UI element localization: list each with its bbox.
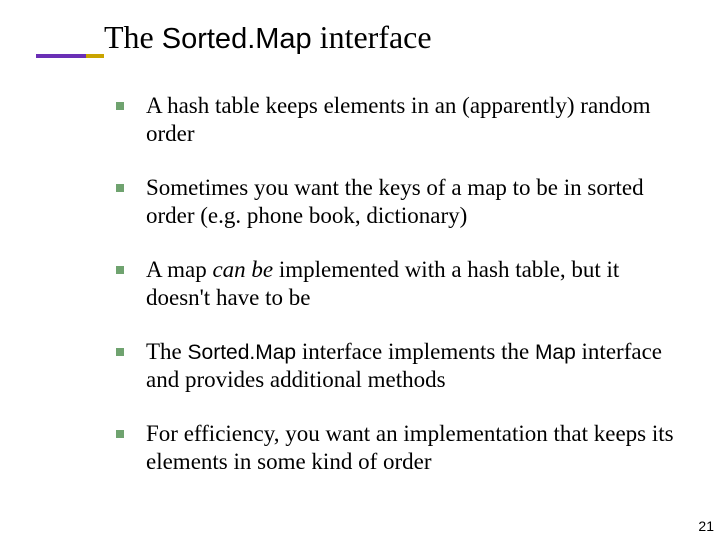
list-item-text: The bbox=[146, 339, 188, 364]
slide-body: A hash table keeps elements in an (appar… bbox=[116, 92, 676, 502]
list-item-text: Map bbox=[535, 341, 576, 364]
list-item-text: A map bbox=[146, 257, 212, 282]
title-code: Sorted.Map bbox=[162, 23, 312, 55]
list-item-text: Sorted.Map bbox=[188, 341, 297, 364]
page-number: 21 bbox=[698, 518, 714, 534]
list-item-text: A hash table keeps elements in an (appar… bbox=[146, 93, 651, 146]
square-bullet-icon bbox=[116, 430, 124, 438]
square-bullet-icon bbox=[116, 102, 124, 110]
bullet-list: A hash table keeps elements in an (appar… bbox=[116, 92, 676, 476]
list-item: A map can be implemented with a hash tab… bbox=[116, 256, 676, 312]
title-pre: The bbox=[104, 19, 162, 55]
list-item-text: For efficiency, you want an implementati… bbox=[146, 421, 674, 474]
list-item: A hash table keeps elements in an (appar… bbox=[116, 92, 676, 148]
square-bullet-icon bbox=[116, 348, 124, 356]
slide-title: The Sorted.Map interface bbox=[0, 0, 720, 57]
square-bullet-icon bbox=[116, 266, 124, 274]
title-post: interface bbox=[312, 19, 432, 55]
list-item: Sometimes you want the keys of a map to … bbox=[116, 174, 676, 230]
list-item-text: interface implements the bbox=[296, 339, 535, 364]
square-bullet-icon bbox=[116, 184, 124, 192]
list-item: The Sorted.Map interface implements the … bbox=[116, 338, 676, 394]
slide: The Sorted.Map interface A hash table ke… bbox=[0, 0, 720, 540]
list-item-text: can be bbox=[212, 257, 273, 282]
list-item: For efficiency, you want an implementati… bbox=[116, 420, 676, 476]
list-item-text: Sometimes you want the keys of a map to … bbox=[146, 175, 644, 228]
